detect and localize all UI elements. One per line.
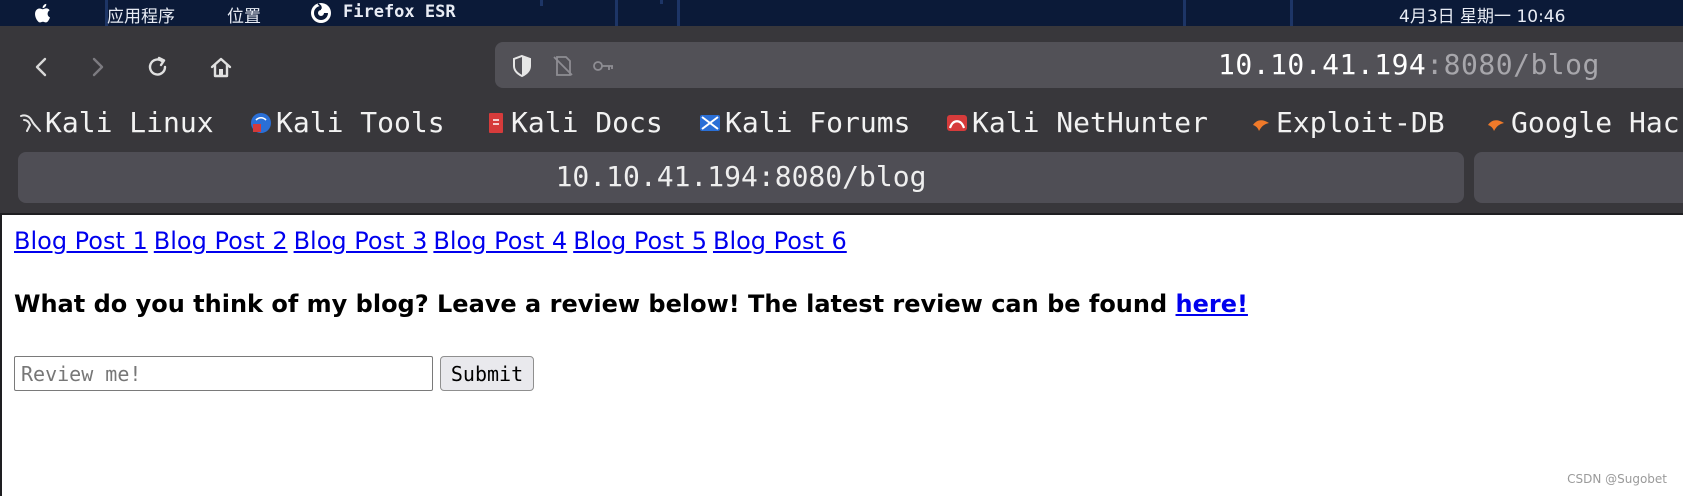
blog-post-link-2[interactable]: Blog Post 2 [154, 227, 288, 255]
bookmark-exploit-db[interactable]: Exploit-DB [1249, 106, 1445, 139]
insecure-page-icon[interactable] [550, 53, 576, 79]
url-text[interactable]: 10.10.41.194:8080/blog [1218, 48, 1600, 81]
watermark: CSDN @Sugobet [1567, 472, 1667, 486]
blog-post-links: Blog Post 1 Blog Post 2 Blog Post 3 Blog Po… [14, 227, 853, 255]
apple-logo-icon[interactable] [30, 0, 56, 26]
kali-tools-icon [251, 113, 271, 133]
tab-title: 10.10.41.194:8080/blog [555, 160, 927, 193]
firefox-icon [311, 3, 331, 23]
bookmark-google-hacking[interactable]: Google Hac [1484, 106, 1680, 139]
background-decoration [1290, 0, 1293, 26]
tab[interactable] [1474, 152, 1683, 203]
kali-nethunter-icon [947, 115, 967, 131]
bookmark-label: Exploit-DB [1276, 106, 1445, 139]
url-path: :8080/blog [1426, 48, 1600, 81]
google-hacking-icon [1488, 120, 1504, 131]
web-page: Blog Post 1 Blog Post 2 Blog Post 3 Blog Po… [0, 215, 1683, 496]
key-icon[interactable] [590, 53, 616, 79]
review-prompt-text: What do you think of my blog? Leave a re… [14, 290, 1176, 318]
background-decoration [660, 0, 663, 4]
applications-menu[interactable]: 应用程序 [107, 2, 175, 26]
browser-chrome: 10.10.41.194:8080/blog Kali Linux Kali T… [0, 26, 1683, 215]
active-app-name[interactable]: Firefox ESR [343, 2, 456, 22]
latest-review-link[interactable]: here! [1176, 290, 1248, 318]
home-icon[interactable] [204, 50, 238, 84]
bookmark-kali-tools[interactable]: Kali Tools [249, 106, 445, 139]
places-menu[interactable]: 位置 [227, 2, 261, 26]
active-tab[interactable]: 10.10.41.194:8080/blog [18, 152, 1464, 203]
background-decoration [540, 0, 543, 6]
clock[interactable]: 4月3日 星期一 10:46 [1399, 2, 1565, 26]
bookmark-kali-docs[interactable]: Kali Docs [484, 106, 663, 139]
url-host: 10.10.41.194 [1218, 48, 1427, 81]
bookmark-kali-linux[interactable]: Kali Linux [18, 106, 214, 139]
kali-docs-icon [489, 113, 503, 133]
reload-icon[interactable] [141, 50, 175, 84]
background-decoration [677, 0, 680, 26]
background-decoration [615, 0, 618, 26]
bookmark-kali-forums[interactable]: Kali Forums [698, 106, 910, 139]
kali-forums-icon [700, 115, 720, 131]
bookmark-label: Kali Tools [276, 106, 445, 139]
address-bar[interactable]: 10.10.41.194:8080/blog [495, 42, 1683, 88]
back-icon[interactable] [25, 50, 59, 84]
kali-dragon-icon [20, 114, 41, 132]
background-decoration [1183, 0, 1186, 26]
system-top-bar: 应用程序 位置 Firefox ESR 4月3日 星期一 10:46 [0, 0, 1683, 26]
blog-post-link-6[interactable]: Blog Post 6 [713, 227, 847, 255]
forward-icon[interactable] [80, 50, 114, 84]
bookmarks-toolbar: Kali Linux Kali Tools Kali Docs Kali For… [0, 102, 1683, 142]
submit-button[interactable]: Submit [440, 356, 534, 391]
exploit-db-icon [1253, 120, 1269, 131]
blog-post-link-5[interactable]: Blog Post 5 [573, 227, 707, 255]
bookmark-label: Kali Forums [725, 106, 911, 139]
review-input[interactable] [14, 356, 433, 391]
bookmark-label: Kali Docs [511, 106, 663, 139]
bookmark-label: Kali NetHunter [972, 106, 1209, 139]
tracking-protection-shield-icon[interactable] [509, 53, 535, 79]
screen: 应用程序 位置 Firefox ESR 4月3日 星期一 10:46 10.10… [0, 0, 1683, 496]
bookmark-label: Kali Linux [45, 106, 214, 139]
bookmark-kali-nethunter[interactable]: Kali NetHunter [945, 106, 1208, 139]
blog-post-link-3[interactable]: Blog Post 3 [294, 227, 428, 255]
blog-post-link-4[interactable]: Blog Post 4 [433, 227, 567, 255]
blog-post-link-1[interactable]: Blog Post 1 [14, 227, 148, 255]
bookmark-label: Google Hac [1511, 106, 1680, 139]
review-prompt-heading: What do you think of my blog? Leave a re… [14, 290, 1248, 318]
